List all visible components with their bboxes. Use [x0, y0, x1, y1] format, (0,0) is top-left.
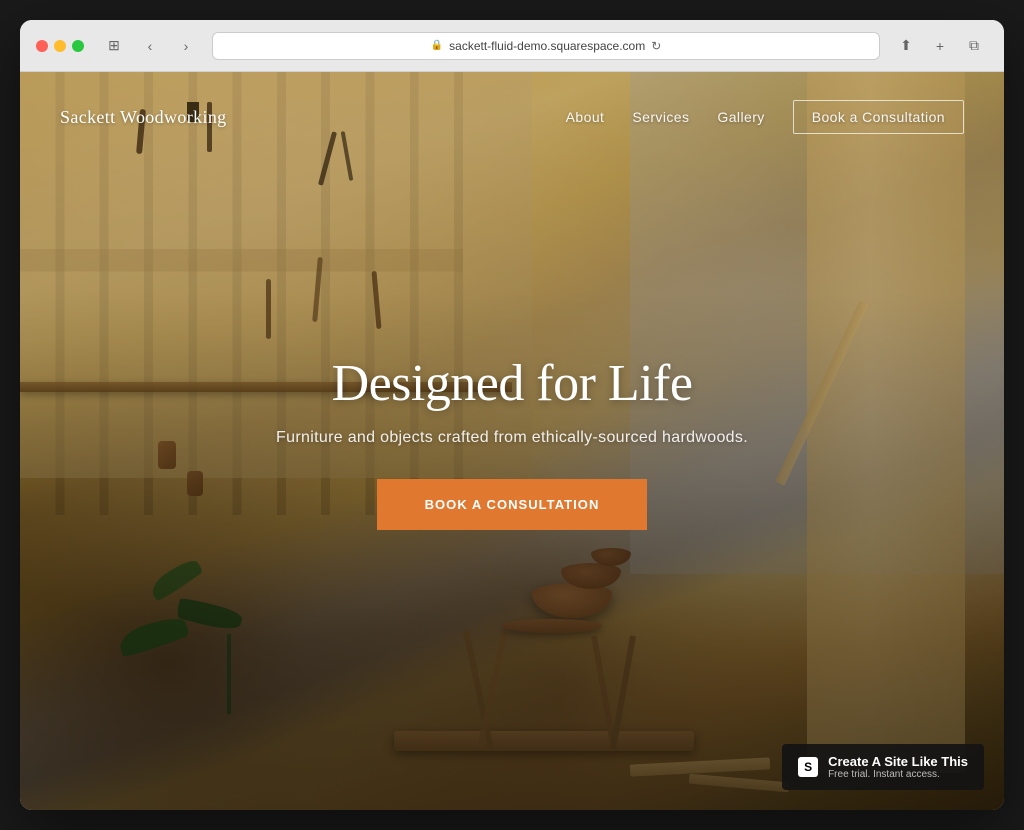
- hero-title: Designed for Life: [20, 354, 1004, 413]
- nav-services[interactable]: Services: [632, 109, 689, 125]
- hero-subtitle: Furniture and objects crafted from ethic…: [20, 429, 1004, 447]
- address-bar[interactable]: 🔒 sackett-fluid-demo.squarespace.com ↻: [212, 32, 880, 60]
- badge-sub-text: Free trial. Instant access.: [828, 769, 968, 780]
- site-brand[interactable]: Sackett Woodworking: [60, 107, 227, 128]
- website: Sackett Woodworking About Services Galle…: [20, 72, 1004, 810]
- nav-book-consultation[interactable]: Book a Consultation: [793, 100, 964, 134]
- minimize-button[interactable]: [54, 40, 66, 52]
- close-button[interactable]: [36, 40, 48, 52]
- badge-text: Create A Site Like This Free trial. Inst…: [828, 754, 968, 780]
- url-text: sackett-fluid-demo.squarespace.com: [449, 39, 645, 53]
- nav-gallery[interactable]: Gallery: [717, 109, 764, 125]
- badge-main-text: Create A Site Like This: [828, 754, 968, 769]
- browser-window: ⊞ ‹ › 🔒 sackett-fluid-demo.squarespace.c…: [20, 20, 1004, 810]
- sidebar-toggle-button[interactable]: ⊞: [100, 32, 128, 60]
- tab-overview-button[interactable]: ⧉: [960, 32, 988, 60]
- hero-content: Designed for Life Furniture and objects …: [20, 354, 1004, 530]
- browser-controls: ⊞ ‹ ›: [100, 32, 200, 60]
- new-tab-button[interactable]: +: [926, 32, 954, 60]
- site-navigation: Sackett Woodworking About Services Galle…: [20, 72, 1004, 162]
- book-consultation-button[interactable]: Book a Consultation: [377, 479, 648, 530]
- maximize-button[interactable]: [72, 40, 84, 52]
- traffic-lights: [36, 40, 84, 52]
- reload-icon[interactable]: ↻: [651, 39, 661, 53]
- back-button[interactable]: ‹: [136, 32, 164, 60]
- nav-links: About Services Gallery Book a Consultati…: [566, 100, 964, 134]
- lock-icon: 🔒: [431, 40, 443, 51]
- browser-chrome: ⊞ ‹ › 🔒 sackett-fluid-demo.squarespace.c…: [20, 20, 1004, 72]
- share-button[interactable]: ⬆: [892, 32, 920, 60]
- squarespace-logo-icon: S: [798, 757, 818, 777]
- forward-button[interactable]: ›: [172, 32, 200, 60]
- squarespace-badge[interactable]: S Create A Site Like This Free trial. In…: [782, 744, 984, 790]
- nav-about[interactable]: About: [566, 109, 605, 125]
- browser-actions: ⬆ + ⧉: [892, 32, 988, 60]
